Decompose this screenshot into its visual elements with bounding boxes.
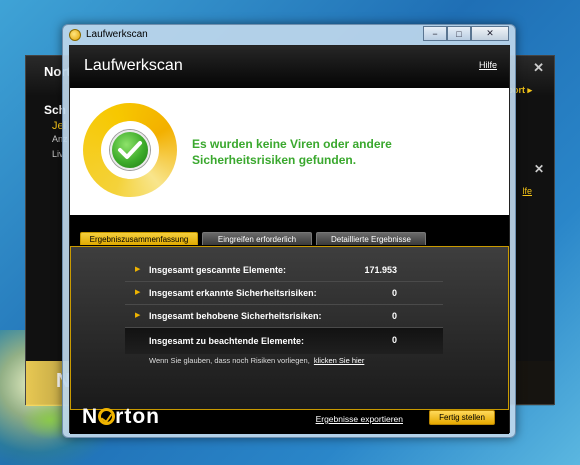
summary-row-resolved: ▶ Insgesamt behobene Sicherheitsrisiken:…	[125, 305, 443, 328]
background-close-icon[interactable]: ✕	[533, 60, 544, 76]
footer-bar: Nrton Ergebnisse exportieren Fertig stel…	[70, 405, 509, 434]
summary-row-scanned: ▶ Insgesamt gescannte Elemente: 171.953	[125, 259, 443, 282]
tab-summary[interactable]: Ergebniszusammenfassung	[80, 232, 198, 245]
arrow-icon: ▶	[135, 289, 141, 296]
maximize-button[interactable]: □	[447, 26, 471, 41]
title-bar[interactable]: Laufwerkscan − □ ✕	[63, 25, 515, 45]
logo-text-start: N	[82, 405, 99, 428]
export-results-link[interactable]: Ergebnisse exportieren	[316, 414, 403, 424]
summary-value: 0	[391, 335, 397, 345]
status-ring-graphic	[83, 103, 177, 197]
tab-action-required[interactable]: Eingreifen erforderlich	[202, 232, 312, 245]
summary-panel: ▶ Insgesamt gescannte Elemente: 171.953 …	[70, 246, 509, 410]
minimize-button[interactable]: −	[423, 26, 447, 41]
risk-note-text: Wenn Sie glauben, dass noch Risiken vorl…	[149, 356, 310, 365]
result-panel: Es wurden keine Viren oder andere Sicher…	[70, 88, 509, 215]
background-panel-close-icon[interactable]: ✕	[534, 162, 544, 176]
help-link[interactable]: Hilfe	[479, 60, 497, 70]
summary-label: Insgesamt behobene Sicherheitsrisiken:	[149, 311, 322, 321]
result-message: Es wurden keine Viren oder andere Sicher…	[192, 137, 392, 167]
summary-row-attention: Insgesamt zu beachtende Elemente: 0	[125, 328, 443, 354]
background-help-link[interactable]: lfe	[522, 186, 532, 196]
close-button[interactable]: ✕	[471, 26, 509, 41]
norton-app-icon	[69, 29, 81, 41]
summary-label: Insgesamt erkannte Sicherheitsrisiken:	[149, 288, 317, 298]
page-title: Laufwerkscan	[84, 57, 183, 74]
risk-note: Wenn Sie glauben, dass noch Risiken vorl…	[149, 356, 364, 365]
norton-check-icon	[98, 408, 116, 425]
norton-logo: Nrton	[82, 405, 160, 429]
scan-window: Laufwerkscan − □ ✕ Laufwerkscan Hilfe Es…	[62, 24, 516, 438]
summary-value: 0	[391, 311, 397, 321]
summary-label: Insgesamt zu beachtende Elemente:	[149, 336, 305, 346]
click-here-link[interactable]: klicken Sie hier	[314, 356, 364, 365]
checkmark-glyph	[118, 141, 142, 159]
finish-button[interactable]: Fertig stellen	[429, 410, 495, 425]
summary-label: Insgesamt gescannte Elemente:	[149, 265, 287, 275]
arrow-icon: ▶	[135, 312, 141, 319]
summary-value: 0	[391, 288, 397, 298]
header-bar: Laufwerkscan Hilfe	[70, 46, 509, 88]
checkmark-icon	[110, 130, 150, 170]
summary-row-detected: ▶ Insgesamt erkannte Sicherheitsrisiken:…	[125, 282, 443, 305]
summary-value: 171.953	[364, 265, 397, 275]
summary-list: ▶ Insgesamt gescannte Elemente: 171.953 …	[125, 259, 443, 354]
window-content: Laufwerkscan Hilfe Es wurden keine Viren…	[69, 45, 510, 434]
arrow-icon: ▶	[135, 266, 141, 273]
tab-detailed-results[interactable]: Detaillierte Ergebnisse	[316, 232, 426, 245]
window-controls: − □ ✕	[423, 26, 509, 41]
logo-text-end: rton	[115, 405, 160, 428]
window-title: Laufwerkscan	[86, 29, 148, 40]
